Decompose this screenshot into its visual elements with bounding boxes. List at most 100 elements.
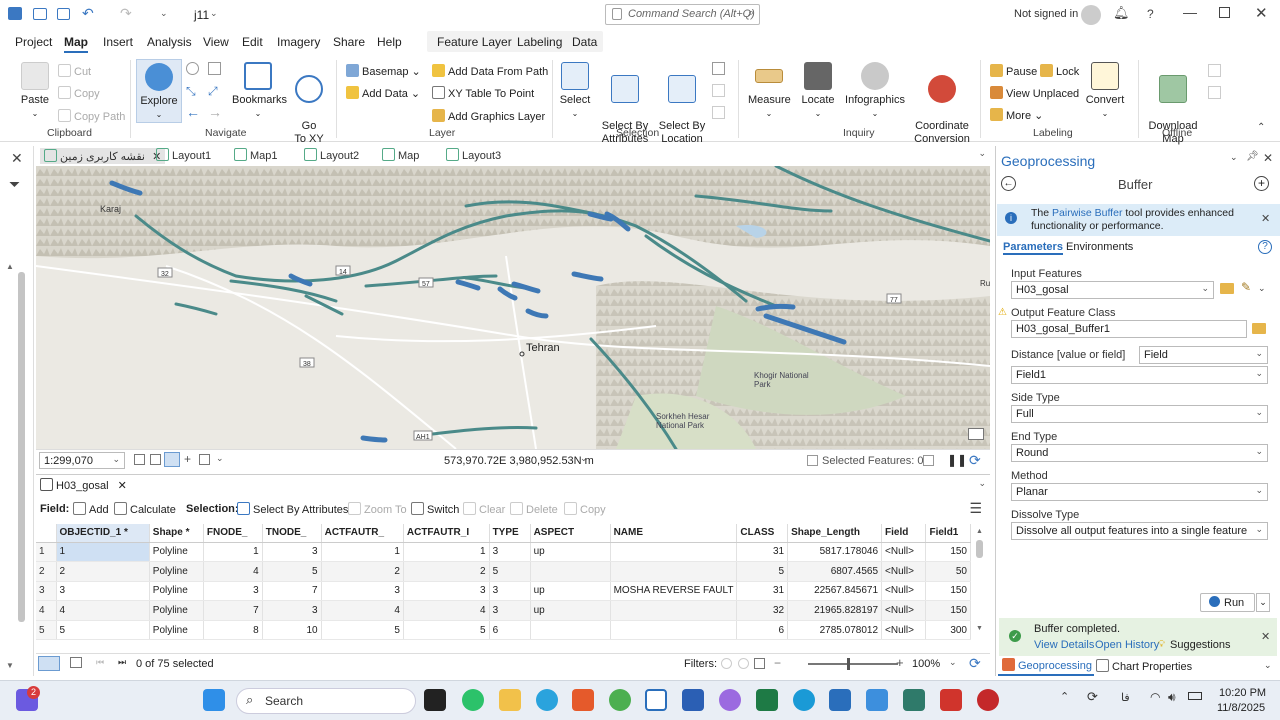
map-legend-icon[interactable] bbox=[968, 428, 984, 440]
arcgis-pro-icon[interactable] bbox=[645, 689, 667, 711]
tab-map[interactable]: Map bbox=[382, 148, 419, 162]
bottom-tab-chart-properties[interactable]: Chart Properties bbox=[1096, 659, 1192, 673]
table-cell[interactable]: 2 bbox=[321, 561, 404, 582]
zoom-to-button[interactable]: Zoom To bbox=[348, 502, 407, 516]
explore-button[interactable]: Explore ⌄ bbox=[136, 59, 182, 123]
table-cell[interactable]: <Null> bbox=[881, 542, 927, 563]
table-cell[interactable] bbox=[610, 542, 738, 563]
column-header[interactable]: FNODE_ bbox=[203, 524, 263, 543]
copy-rows-button[interactable]: Copy bbox=[564, 502, 606, 516]
zoom-slider-thumb[interactable] bbox=[847, 658, 850, 670]
table-cell[interactable]: 21965.828197 bbox=[787, 600, 883, 621]
table-cell[interactable]: up bbox=[530, 542, 611, 563]
pane-options-icon[interactable]: ⌄ bbox=[1230, 152, 1238, 163]
column-header[interactable]: Field bbox=[881, 524, 927, 543]
zoom-dropdown-icon[interactable]: ⌄ bbox=[949, 657, 957, 668]
zoom-in-icon[interactable]: ⤡ bbox=[186, 84, 196, 99]
next-extent-icon[interactable]: → bbox=[208, 104, 222, 120]
acrobat-icon[interactable] bbox=[940, 689, 962, 711]
clock-time[interactable]: 10:20 PM bbox=[1219, 687, 1266, 699]
table-cell[interactable]: 7 bbox=[203, 600, 263, 621]
table-row[interactable]: 2 2 Polyline 4 5 2 2 5 5 6807.4565 <Null… bbox=[36, 561, 971, 582]
lock-labels-button[interactable]: Lock bbox=[1040, 64, 1079, 78]
column-header[interactable]: Shape_Length bbox=[787, 524, 883, 543]
table-cell[interactable]: 6 bbox=[489, 620, 531, 641]
zoom-slider[interactable] bbox=[808, 663, 898, 665]
table-cell[interactable]: 32 bbox=[736, 600, 789, 621]
cut-button[interactable]: Cut bbox=[58, 64, 91, 78]
file-explorer-icon[interactable] bbox=[499, 689, 521, 711]
map-view[interactable]: Karaj Tehran Khogir National Park Sorkheh… bbox=[36, 166, 990, 449]
table-cell[interactable]: 1 bbox=[321, 542, 404, 563]
table-cell[interactable] bbox=[530, 561, 611, 582]
table-cell[interactable]: 22567.845671 bbox=[787, 581, 883, 602]
edge-icon[interactable] bbox=[793, 689, 815, 711]
tab-data[interactable]: Data bbox=[572, 35, 597, 49]
show-selected-records-icon[interactable] bbox=[70, 657, 82, 668]
dissolve-type-select[interactable]: Dissolve all output features into a sing… bbox=[1011, 522, 1268, 540]
column-header[interactable]: ASPECT bbox=[530, 524, 611, 543]
row-number[interactable]: 3 bbox=[36, 581, 57, 602]
table-cell[interactable]: 3 bbox=[203, 581, 263, 602]
table-cell[interactable]: up bbox=[530, 600, 611, 621]
tab-view[interactable]: View bbox=[203, 35, 229, 49]
task-view-icon[interactable] bbox=[424, 689, 446, 711]
refresh-icon[interactable]: ⟳ bbox=[969, 452, 981, 469]
vertical-scrollbar[interactable] bbox=[18, 272, 25, 622]
row-number[interactable]: 5 bbox=[36, 620, 57, 641]
table-cell[interactable]: 3 bbox=[489, 581, 531, 602]
help-button[interactable]: ? bbox=[1147, 7, 1154, 21]
show-all-records-icon[interactable] bbox=[38, 656, 60, 671]
table-cell[interactable]: up bbox=[530, 581, 611, 602]
add-graphics-layer-button[interactable]: Add Graphics Layer bbox=[432, 109, 545, 123]
close-pane-icon[interactable]: ✕ bbox=[11, 150, 23, 167]
start-icon[interactable] bbox=[203, 689, 225, 711]
previous-extent-icon[interactable]: ← bbox=[186, 104, 200, 120]
delete-button[interactable]: Delete bbox=[510, 502, 558, 516]
table-row[interactable]: 4 4 Polyline 7 3 4 4 3 up 32 21965.82819… bbox=[36, 600, 971, 621]
table-scroll-up-icon[interactable]: ▲ bbox=[976, 528, 983, 535]
end-type-select[interactable]: Round ⌄ bbox=[1011, 444, 1268, 462]
zoom-to-selection-icon[interactable] bbox=[712, 106, 725, 119]
select-by-location-button[interactable]: Select By Location bbox=[658, 62, 706, 146]
table-scrollbar[interactable] bbox=[976, 540, 983, 558]
coordinate-units-dropdown-icon[interactable]: ⌄ bbox=[580, 453, 588, 464]
tray-chevron-icon[interactable]: ⌃ bbox=[1060, 690, 1069, 703]
column-header[interactable]: TNODE_ bbox=[262, 524, 322, 543]
table-cell[interactable]: Polyline bbox=[149, 542, 204, 563]
undo-icon[interactable]: ↶ bbox=[82, 5, 94, 22]
display-options-icon[interactable] bbox=[199, 454, 210, 465]
scale-selector[interactable]: 1:299,070 ⌄ bbox=[39, 452, 125, 469]
open-icon[interactable] bbox=[33, 8, 47, 20]
tabs-dropdown-icon[interactable]: ⌄ bbox=[978, 148, 986, 159]
reader-icon[interactable] bbox=[572, 689, 594, 711]
tab-layout2[interactable]: Layout2 bbox=[304, 148, 359, 162]
pin-icon[interactable]: 📌︎ bbox=[1246, 151, 1259, 162]
filter-definition-icon[interactable] bbox=[754, 658, 765, 669]
column-header[interactable]: TYPE bbox=[489, 524, 531, 543]
dismiss-message-icon[interactable]: ✕ bbox=[1261, 630, 1270, 643]
bottom-tab-geoprocessing[interactable]: Geoprocessing bbox=[998, 658, 1094, 676]
column-header[interactable]: ACTFAUTR_ bbox=[321, 524, 404, 543]
full-extent-icon[interactable] bbox=[186, 62, 199, 75]
table-cell[interactable]: 31 bbox=[736, 542, 789, 563]
grid-icon[interactable] bbox=[134, 454, 145, 465]
dismiss-info-icon[interactable]: ✕ bbox=[1261, 212, 1270, 225]
zoom-out-icon[interactable]: ⤢ bbox=[208, 84, 218, 99]
go-to-xy-button[interactable]: Go To XY bbox=[292, 62, 326, 146]
table-cell[interactable]: 3 bbox=[56, 581, 150, 602]
selected-features-count[interactable]: Selected Features: 0 bbox=[822, 455, 924, 467]
clock-date[interactable]: 11/8/2025 bbox=[1217, 702, 1265, 714]
refresh-table-icon[interactable]: ⟳ bbox=[969, 655, 981, 672]
switch-selection-button[interactable]: Switch bbox=[411, 502, 459, 516]
table-cell[interactable] bbox=[610, 600, 738, 621]
view-unplaced-button[interactable]: View Unplaced bbox=[990, 86, 1079, 100]
infographics-button[interactable]: Infographics ⌄ bbox=[845, 62, 905, 120]
tab-insert[interactable]: Insert bbox=[103, 35, 133, 49]
tab-feature-layer[interactable]: Feature Layer bbox=[437, 35, 512, 49]
tab-labeling[interactable]: Labeling bbox=[517, 35, 562, 49]
table-cell[interactable]: 4 bbox=[56, 600, 150, 621]
app-icon[interactable] bbox=[977, 689, 999, 711]
tab-map[interactable]: Map bbox=[64, 35, 88, 53]
app-icon[interactable] bbox=[866, 689, 888, 711]
